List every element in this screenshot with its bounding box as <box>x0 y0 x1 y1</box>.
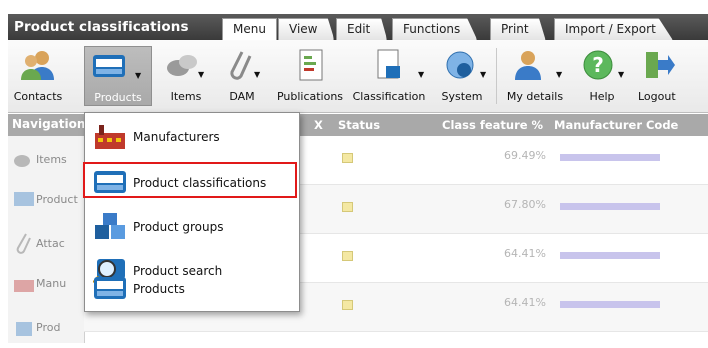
logout-icon <box>646 52 675 78</box>
tab-menu[interactable]: Menu <box>222 18 277 41</box>
column-x[interactable]: X <box>314 118 323 132</box>
logout-label: Logout <box>638 90 676 103</box>
nav-item-attachments[interactable]: Attac <box>10 224 84 264</box>
chevron-down-icon[interactable]: ▼ <box>254 70 260 79</box>
products-label: Products <box>94 91 142 104</box>
paperclip-icon <box>230 51 252 80</box>
chevron-down-icon[interactable]: ▼ <box>618 70 624 79</box>
contacts-button[interactable]: Contacts <box>10 46 66 106</box>
items-icon <box>14 155 30 167</box>
contacts-label: Contacts <box>13 90 63 103</box>
toolbar-separator <box>496 48 497 104</box>
column-class-feature[interactable]: Class feature % <box>442 118 543 132</box>
manufacturer-code-redacted <box>560 301 660 308</box>
highlight-box <box>83 162 297 198</box>
nav-item-products[interactable]: Prod <box>10 308 84 348</box>
manufacturer-code-redacted <box>560 154 660 161</box>
column-manufacturer-code[interactable]: Manufacturer Code <box>554 118 678 132</box>
system-label: System <box>441 90 483 103</box>
chevron-down-icon[interactable]: ▼ <box>198 70 204 79</box>
manufacturer-code-redacted <box>560 252 660 259</box>
tab-import-export[interactable]: Import / Export <box>554 18 673 40</box>
menu-item-manufacturers[interactable]: Manufacturers <box>85 115 299 159</box>
products-dropdown-menu: Manufacturers Product classifications Pr… <box>83 112 300 312</box>
nav-item-manufacturers[interactable]: Manu <box>10 264 84 304</box>
tab-functions[interactable]: Functions <box>392 18 478 40</box>
logout-button[interactable]: Logout <box>632 46 708 106</box>
navigation-title: Navigation <box>12 117 86 131</box>
help-button[interactable]: ? ▼ Help <box>576 46 628 106</box>
class-feature-value: 64.41% <box>504 247 546 260</box>
items-button[interactable]: ▼ Items <box>160 46 212 106</box>
tab-edit[interactable]: Edit <box>336 18 388 40</box>
status-indicator <box>342 300 353 310</box>
system-button[interactable]: ▼ System <box>432 46 492 106</box>
menu-item-product-groups[interactable]: Product groups <box>85 205 299 249</box>
product-icon <box>14 192 34 206</box>
classification-button[interactable]: ▼ Classification <box>348 46 430 106</box>
system-globe-icon <box>446 51 474 79</box>
items-label: Items <box>170 90 202 103</box>
publications-button[interactable]: Publications <box>272 46 348 106</box>
help-icon: ? <box>583 50 613 80</box>
my-details-button[interactable]: ▼ My details <box>500 46 570 106</box>
help-label: Help <box>589 90 615 103</box>
status-indicator <box>342 153 353 163</box>
dam-label: DAM <box>229 90 255 103</box>
manufacturer-code-redacted <box>560 203 660 210</box>
items-icon <box>167 55 197 76</box>
classification-label: Classification <box>352 90 426 103</box>
app-title: Product classifications <box>14 19 189 35</box>
navigation-panel: Items Product Attac Manu Prod <box>8 136 85 343</box>
class-feature-value: 69.49% <box>504 149 546 162</box>
nav-item-items[interactable]: Items <box>10 140 84 180</box>
classification-icon <box>377 49 400 79</box>
publications-icon <box>299 49 323 81</box>
menu-item-product-classifications[interactable]: Product classifications <box>83 161 299 205</box>
my-details-label: My details <box>506 90 564 103</box>
cubes-icon <box>16 322 32 336</box>
menu-item-products[interactable]: Products <box>85 267 299 311</box>
column-status[interactable]: Status <box>338 118 380 132</box>
chevron-down-icon[interactable]: ▼ <box>556 70 562 79</box>
factory-icon <box>14 280 34 292</box>
products-icon <box>93 55 125 77</box>
chevron-down-icon[interactable]: ▼ <box>418 70 424 79</box>
factory-icon <box>95 125 125 149</box>
chevron-down-icon[interactable]: ▼ <box>480 70 486 79</box>
class-feature-value: 67.80% <box>504 198 546 211</box>
title-bar: Product classifications Menu View Edit F… <box>8 14 708 41</box>
app-window: Product classifications Menu View Edit F… <box>0 0 708 343</box>
cubes-icon <box>95 213 125 239</box>
main-toolbar: Contacts ▼ Products ▼ Items ▼ DAM Public… <box>8 40 708 113</box>
status-indicator <box>342 251 353 261</box>
products-icon <box>94 277 126 299</box>
user-icon <box>515 51 541 80</box>
nav-item-product[interactable]: Product <box>10 180 84 220</box>
contacts-icon <box>21 51 54 80</box>
publications-label: Publications <box>276 90 344 103</box>
class-feature-value: 64.41% <box>504 296 546 309</box>
chevron-down-icon[interactable]: ▼ <box>135 71 141 80</box>
paperclip-icon <box>16 233 31 254</box>
tab-print[interactable]: Print <box>490 18 546 40</box>
dam-button[interactable]: ▼ DAM <box>218 46 266 106</box>
status-indicator <box>342 202 353 212</box>
tab-view[interactable]: View <box>278 18 335 40</box>
svg-text:?: ? <box>592 53 604 77</box>
products-button[interactable]: ▼ Products <box>84 46 152 106</box>
